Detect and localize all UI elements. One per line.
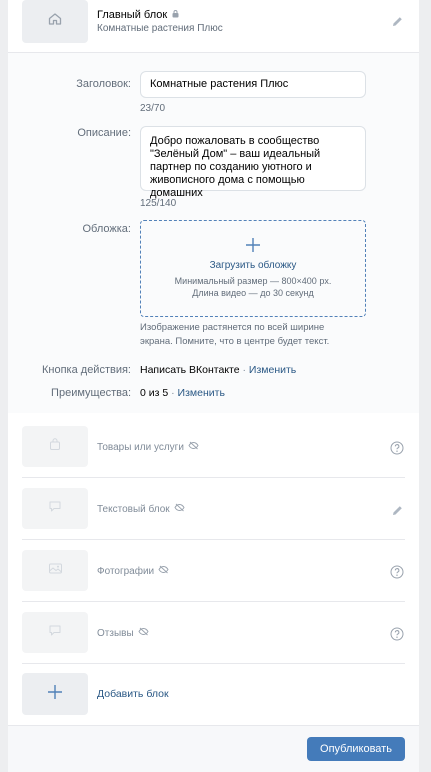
- main-block-thumbnail[interactable]: [22, 0, 88, 43]
- plus-icon: [47, 684, 63, 705]
- publish-button[interactable]: Опубликовать: [307, 737, 405, 761]
- block-divider: [22, 539, 405, 540]
- message-icon: [48, 499, 62, 518]
- block-divider: [22, 477, 405, 478]
- block-row-reviews[interactable]: Отзывы: [97, 627, 149, 639]
- cover-hint: Изображение растянется по всей ширине эк…: [140, 322, 330, 347]
- help-icon[interactable]: [389, 626, 405, 642]
- benefits-separator: ·: [168, 387, 178, 399]
- title-counter: 23/70: [140, 103, 166, 114]
- block-divider: [22, 601, 405, 602]
- hidden-eye-icon: [188, 441, 199, 453]
- pencil-icon[interactable]: [389, 13, 405, 29]
- block-thumbnail-text[interactable]: [22, 488, 88, 529]
- cover-upload-area[interactable]: Загрузить обложку Минимальный размер — 8…: [140, 220, 366, 317]
- description-label: Описание:: [77, 127, 131, 139]
- main-block-title: Главный блок: [97, 9, 168, 21]
- help-icon[interactable]: [389, 440, 405, 456]
- block-thumbnail-goods[interactable]: [22, 426, 88, 467]
- plus-icon: [141, 237, 365, 255]
- block-row-photos[interactable]: Фотографии: [97, 565, 169, 577]
- title-label: Заголовок:: [76, 78, 131, 90]
- hidden-eye-icon: [138, 627, 149, 639]
- benefits-value: 0 из 5: [140, 387, 169, 399]
- description-textarea[interactable]: Добро пожаловать в сообщество "Зелёный Д…: [140, 126, 366, 199]
- action-separator: ·: [239, 364, 249, 376]
- help-icon[interactable]: [389, 564, 405, 580]
- action-button-value: Написать ВКонтакте: [140, 364, 240, 376]
- action-change-link[interactable]: Изменить: [249, 364, 296, 376]
- block-thumbnail-photos[interactable]: [22, 550, 88, 591]
- block-title-goods: Товары или услуги: [97, 441, 184, 453]
- action-button-label: Кнопка действия:: [41, 364, 131, 376]
- benefits-change-link[interactable]: Изменить: [178, 387, 225, 399]
- home-icon: [47, 11, 63, 32]
- block-title-text: Текстовый блок: [97, 503, 170, 515]
- cover-min-size: Минимальный размер — 800×400 px.: [174, 276, 332, 286]
- pencil-icon[interactable]: [389, 502, 405, 518]
- block-divider: [22, 663, 405, 664]
- block-thumbnail-reviews[interactable]: [22, 612, 88, 653]
- benefits-label: Преимущества:: [51, 387, 131, 399]
- cover-video-length: Длина видео — до 30 секунд: [192, 288, 314, 298]
- page-card: Главный блок Комнатные растения Плюс Заг…: [8, 0, 419, 772]
- add-block-link[interactable]: Добавить блок: [97, 688, 169, 700]
- cover-upload-link[interactable]: Загрузить обложку: [141, 260, 365, 271]
- cover-label: Обложка:: [82, 223, 132, 235]
- block-title-reviews: Отзывы: [97, 627, 134, 639]
- photo-icon: [48, 561, 63, 580]
- hidden-eye-icon: [158, 565, 169, 577]
- hidden-eye-icon: [174, 503, 185, 515]
- main-block-subtitle: Комнатные растения Плюс: [97, 23, 223, 34]
- block-row-text[interactable]: Текстовый блок: [97, 503, 185, 515]
- description-counter: 125/140: [140, 198, 177, 209]
- lock-icon: [171, 9, 180, 21]
- block-row-goods[interactable]: Товары или услуги: [97, 441, 199, 453]
- message-icon: [48, 623, 62, 642]
- block-title-photos: Фотографии: [97, 565, 155, 577]
- add-block-button[interactable]: [22, 673, 88, 715]
- title-input[interactable]: Комнатные растения Плюс: [140, 71, 366, 98]
- bag-icon: [48, 437, 62, 456]
